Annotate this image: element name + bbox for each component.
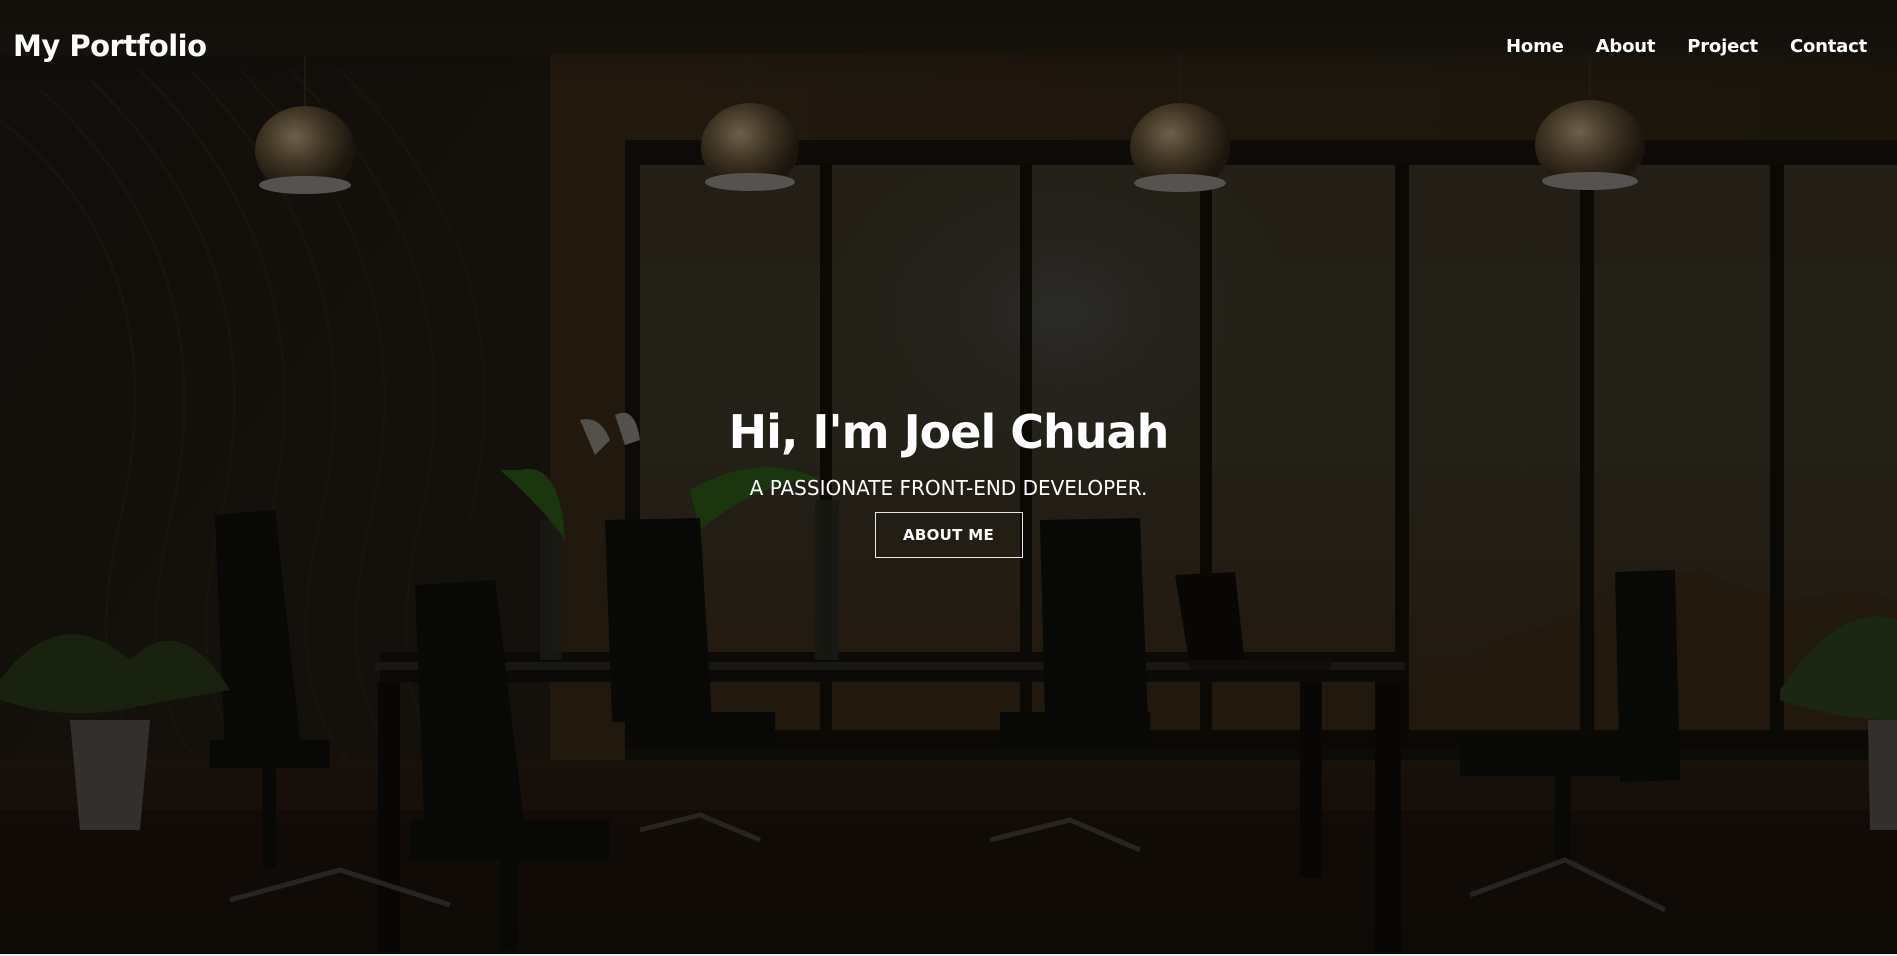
brand-logo-text[interactable]: My Portfolio — [13, 29, 207, 63]
nav-link-about[interactable]: About — [1596, 36, 1656, 57]
hero-subtitle: A PASSIONATE FRONT-END DEVELOPER. — [749, 476, 1148, 500]
hero-content: Hi, I'm Joel Chuah A PASSIONATE FRONT-EN… — [0, 400, 1897, 558]
nav-link-home[interactable]: Home — [1506, 36, 1564, 57]
nav-links: Home About Project Contact — [1506, 36, 1884, 57]
nav-link-contact[interactable]: Contact — [1790, 36, 1867, 57]
nav-link-project[interactable]: Project — [1687, 36, 1758, 57]
hero-title: Hi, I'm Joel Chuah — [728, 405, 1170, 459]
hero-section: My Portfolio Home About Project Contact … — [0, 0, 1897, 956]
top-navbar: My Portfolio Home About Project Contact — [0, 0, 1897, 92]
about-me-button[interactable]: ABOUT ME — [874, 512, 1023, 558]
